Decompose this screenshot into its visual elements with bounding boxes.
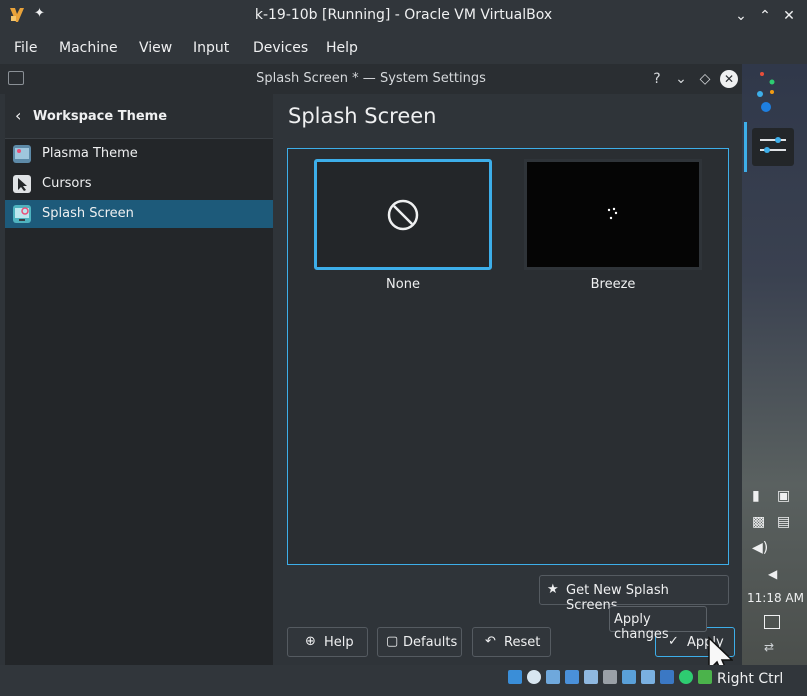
help-icon[interactable]: ? — [647, 69, 667, 89]
theme-tile-breeze[interactable] — [524, 159, 702, 270]
close-icon[interactable]: ✕ — [779, 6, 799, 26]
menu-input[interactable]: Input — [193, 40, 229, 56]
menu-machine[interactable]: Machine — [59, 40, 118, 56]
apply-tooltip: Apply changes — [609, 606, 707, 642]
expand-tray-icon[interactable]: ◀ — [768, 567, 777, 581]
star-icon: ★ — [547, 582, 559, 597]
lifebuoy-icon: ⊕ — [305, 634, 316, 649]
active-task-indicator — [744, 122, 747, 172]
sidebar-back-label: Workspace Theme — [33, 109, 168, 124]
display-status-icon[interactable] — [622, 670, 636, 684]
clock[interactable]: 11:18 AM — [747, 591, 804, 605]
minimize-icon[interactable]: ⌄ — [671, 69, 691, 89]
help-label: Help — [324, 635, 354, 650]
shared-folders-icon[interactable] — [603, 670, 617, 684]
host-key-label: Right Ctrl — [717, 671, 784, 687]
vault-icon[interactable]: ▩ — [752, 514, 765, 530]
menu-view[interactable]: View — [139, 40, 172, 56]
page-title: Splash Screen — [288, 104, 437, 128]
sidebar-header[interactable]: ‹ Workspace Theme — [5, 94, 273, 139]
hard-disk-icon[interactable] — [508, 670, 522, 684]
show-desktop-icon[interactable] — [764, 615, 780, 629]
maximize-icon[interactable]: ⌃ — [755, 6, 775, 26]
menu-file[interactable]: File — [14, 40, 37, 56]
panel-config-icon[interactable]: ⇄ — [764, 640, 774, 654]
display-icon[interactable]: ▣ — [777, 488, 790, 504]
vbox-title-bar: ✦ k-19-10b [Running] - Oracle VM Virtual… — [0, 0, 807, 32]
settings-title-bar: Splash Screen * — System Settings ? ⌄ ◇ … — [0, 64, 742, 94]
clipboard-icon[interactable]: ▤ — [777, 514, 790, 530]
document-edit-icon: ▢ — [386, 634, 399, 649]
volume-icon[interactable]: ◀) — [752, 540, 768, 556]
vbox-menu-bar: File Machine View Input Devices Help — [0, 32, 807, 64]
plasma-theme-icon — [13, 145, 31, 163]
breeze-preview-spinner-icon — [605, 206, 621, 224]
reset-label: Reset — [504, 635, 541, 650]
theme-label-breeze: Breeze — [590, 277, 636, 292]
cursor-icon — [13, 175, 31, 193]
virtualization-icon[interactable] — [660, 670, 674, 684]
defaults-button[interactable]: ▢ Defaults — [377, 627, 462, 657]
sidebar-item-label: Plasma Theme — [42, 146, 138, 161]
none-icon — [387, 199, 419, 235]
window-title: k-19-10b [Running] - Oracle VM VirtualBo… — [254, 7, 553, 23]
tooltip-text: Apply changes — [614, 612, 669, 642]
usb-icon[interactable]: ▮ — [752, 488, 760, 504]
reset-button[interactable]: ↶ Reset — [472, 627, 551, 657]
minimize-icon[interactable]: ⌄ — [731, 6, 751, 26]
recording-icon[interactable] — [641, 670, 655, 684]
theme-grid: None Breeze — [287, 148, 729, 565]
keep-above-icon[interactable]: ◇ — [695, 69, 715, 89]
help-button[interactable]: ⊕ Help — [287, 627, 368, 657]
desktop-panel: ▮ ▣ ▩ ▤ ◀) ◀ 11:18 AM ⇄ — [742, 64, 807, 665]
network-icon[interactable] — [565, 670, 579, 684]
mouse-integration-icon[interactable] — [698, 670, 712, 684]
sidebar-item-splash-screen[interactable]: Splash Screen — [5, 200, 273, 228]
menu-devices[interactable]: Devices — [253, 40, 308, 56]
defaults-label: Defaults — [403, 635, 458, 650]
undo-icon: ↶ — [485, 634, 496, 649]
get-new-splash-screens-button[interactable]: ★ Get New Splash Screens... — [539, 575, 729, 613]
close-icon[interactable]: ✕ — [720, 70, 738, 88]
sidebar-item-label: Cursors — [42, 176, 92, 191]
sidebar-item-cursors[interactable]: Cursors — [5, 170, 273, 198]
menu-help[interactable]: Help — [326, 40, 358, 56]
sidebar-item-plasma-theme[interactable]: Plasma Theme — [5, 140, 273, 168]
sidebar-item-label: Splash Screen — [42, 206, 134, 221]
theme-tile-none[interactable] — [314, 159, 492, 270]
back-arrow-icon[interactable]: ‹ — [15, 106, 21, 125]
guest-additions-icon[interactable] — [679, 670, 693, 684]
audio-icon[interactable] — [546, 670, 560, 684]
system-settings-task-icon[interactable] — [752, 128, 794, 166]
theme-label-none: None — [386, 277, 420, 292]
splash-screen-icon — [13, 205, 31, 223]
optical-drive-icon[interactable] — [527, 670, 541, 684]
app-launcher-icon[interactable] — [754, 70, 784, 112]
settings-window-title: Splash Screen * — System Settings — [256, 71, 486, 86]
usb-status-icon[interactable] — [584, 670, 598, 684]
